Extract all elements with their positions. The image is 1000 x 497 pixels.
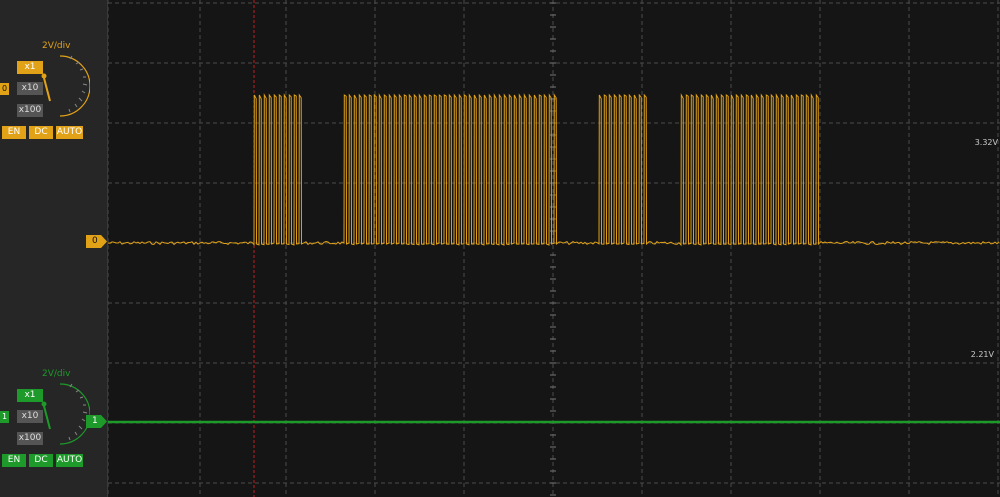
ch1-dc-button[interactable]: DC — [29, 126, 53, 139]
waveform-display[interactable]: 3.32V 2.21V — [108, 0, 1000, 497]
ch2-x100-button[interactable]: x100 — [17, 432, 43, 445]
ch2-x10-button[interactable]: x10 — [17, 410, 43, 423]
waveform-canvas[interactable] — [108, 0, 1000, 497]
ch2-en-button[interactable]: EN — [2, 454, 26, 467]
ch2-offset-marker-label: 1 — [92, 416, 98, 426]
channel-1-controls: 2V/div x1 x10 x100 0 EN DC AUTO — [0, 38, 108, 148]
ch1-offset-marker-label: 0 — [92, 236, 98, 246]
ch1-x1-button[interactable]: x1 — [17, 61, 43, 74]
ch1-level-readout: 3.32V — [974, 138, 998, 147]
ch1-side-tag: 0 — [0, 83, 9, 95]
ch2-auto-button[interactable]: AUTO — [56, 454, 83, 467]
ch1-x10-button[interactable]: x10 — [17, 82, 43, 95]
ch2-level-readout: 2.21V — [970, 350, 994, 359]
ch1-auto-button[interactable]: AUTO — [56, 126, 83, 139]
ch2-dc-button[interactable]: DC — [29, 454, 53, 467]
ch1-en-button[interactable]: EN — [2, 126, 26, 139]
ch2-x1-button[interactable]: x1 — [17, 389, 43, 402]
ch1-x100-button[interactable]: x100 — [17, 104, 43, 117]
ch2-side-tag: 1 — [0, 411, 9, 423]
